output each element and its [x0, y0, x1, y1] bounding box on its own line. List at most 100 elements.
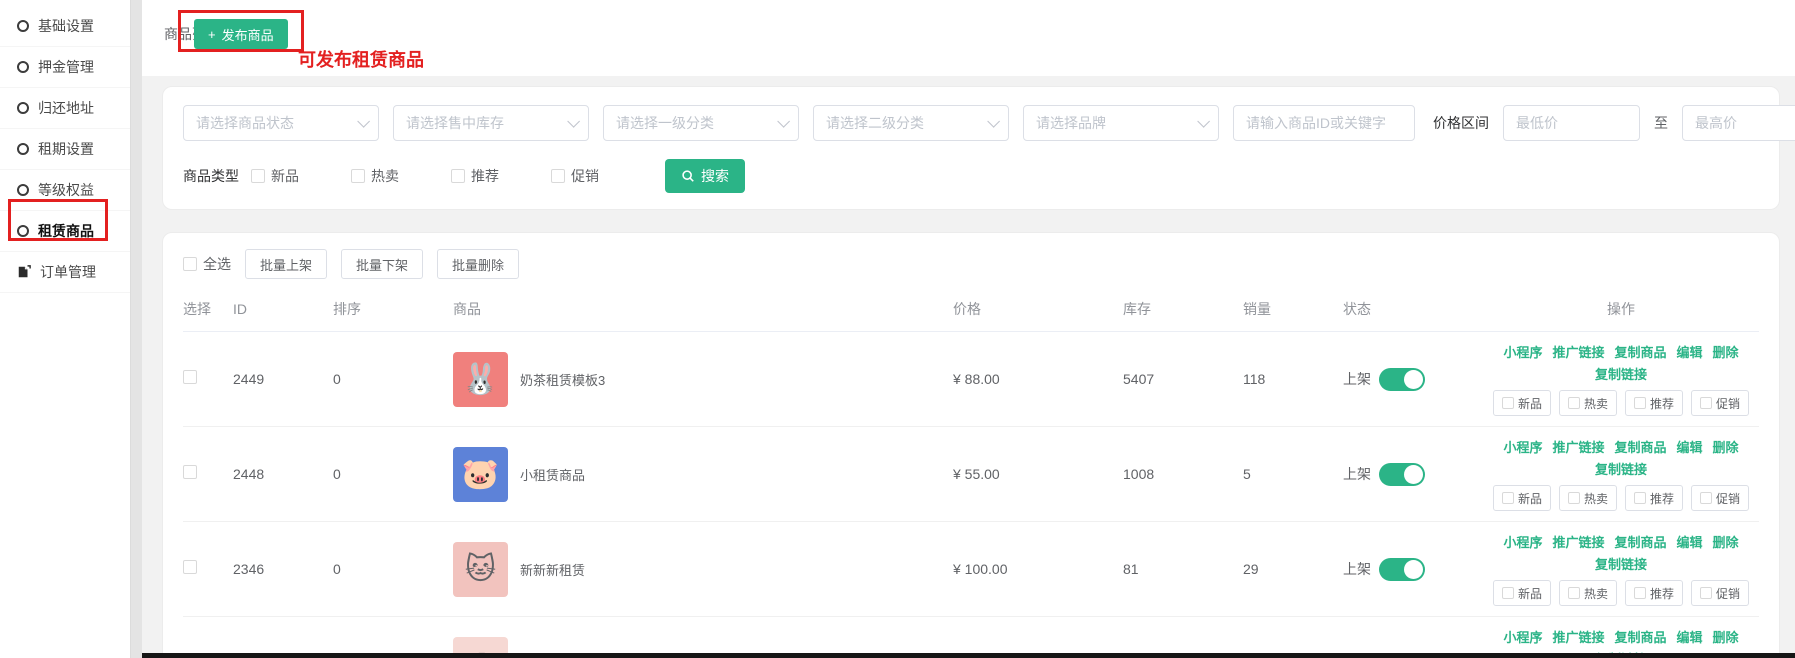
product-name: 小租赁商品	[520, 465, 585, 484]
select-placeholder: 请选择商品状态	[196, 113, 294, 133]
row-sort: 0	[333, 371, 453, 387]
tag-checkbox-3[interactable]: 促销	[1691, 390, 1749, 416]
tag-checkbox-2[interactable]: 推荐	[1625, 485, 1683, 511]
type-checkbox-3[interactable]: 促销	[551, 166, 599, 186]
tag-checkbox-1[interactable]: 热卖	[1559, 390, 1617, 416]
type-checkbox-2[interactable]: 推荐	[451, 166, 499, 186]
action-link-0[interactable]: 小程序	[1503, 437, 1542, 456]
type-checkbox-0[interactable]: 新品	[251, 166, 299, 186]
status-toggle[interactable]	[1379, 463, 1425, 486]
sidebar-item-3[interactable]: 租期设置	[0, 129, 130, 170]
checkbox-icon[interactable]	[1700, 587, 1712, 599]
product-name: 奶茶租赁模板3	[520, 370, 605, 389]
action-link-0[interactable]: 小程序	[1503, 342, 1542, 361]
select-all-checkbox[interactable]	[183, 257, 197, 271]
filter-select-3[interactable]: 请选择二级分类	[813, 105, 1009, 141]
action-link-1[interactable]: 推广链接	[1552, 627, 1604, 646]
action-link-2[interactable]: 复制商品	[1614, 437, 1666, 456]
action-link-1[interactable]: 推广链接	[1552, 532, 1604, 551]
tag-checkbox-2[interactable]: 推荐	[1625, 580, 1683, 606]
action-link-2[interactable]: 复制商品	[1614, 342, 1666, 361]
tag-checkbox-3[interactable]: 促销	[1691, 485, 1749, 511]
sidebar-item-0[interactable]: 基础设置	[0, 6, 130, 47]
checkbox-icon[interactable]	[1568, 587, 1580, 599]
select-all[interactable]: 全选	[183, 254, 231, 274]
filter-panel: 请选择商品状态请选择售中库存请选择一级分类请选择二级分类请选择品牌 价格区间 至…	[162, 86, 1780, 210]
action-link-4[interactable]: 删除	[1713, 627, 1739, 646]
action-link-0[interactable]: 小程序	[1503, 627, 1542, 646]
tag-boxes: 新品 热卖 推荐促销	[1493, 390, 1749, 416]
annotation-text: 可发布租赁商品	[298, 46, 424, 72]
search-button[interactable]: 搜索	[665, 159, 745, 193]
min-price-input[interactable]	[1503, 105, 1640, 141]
action-link-5[interactable]: 复制链接	[1595, 554, 1647, 573]
sidebar-scrollbar[interactable]	[130, 0, 142, 658]
action-link-4[interactable]: 删除	[1713, 532, 1739, 551]
row-stock: 81	[1123, 561, 1243, 577]
row-checkbox[interactable]	[183, 465, 197, 479]
sidebar-item-4[interactable]: 等级权益	[0, 170, 130, 211]
checkbox-icon[interactable]	[251, 169, 265, 183]
tag-checkbox-2[interactable]: 推荐	[1625, 390, 1683, 416]
action-link-1[interactable]: 推广链接	[1552, 342, 1604, 361]
action-link-1[interactable]: 推广链接	[1552, 437, 1604, 456]
checkbox-icon[interactable]	[1634, 492, 1646, 504]
tag-checkbox-1[interactable]: 热卖	[1559, 485, 1617, 511]
checkbox-icon[interactable]	[1700, 397, 1712, 409]
checkbox-icon[interactable]	[1634, 587, 1646, 599]
sidebar-item-6[interactable]: 订单管理	[0, 252, 130, 293]
tag-checkbox-3[interactable]: 促销	[1691, 580, 1749, 606]
checkbox-icon[interactable]	[351, 169, 365, 183]
tag-checkbox-1[interactable]: 热卖	[1559, 580, 1617, 606]
type-checkbox-1[interactable]: 热卖	[351, 166, 399, 186]
checkbox-icon[interactable]	[551, 169, 565, 183]
tag-label: 热卖	[1584, 395, 1608, 412]
chevron-down-icon	[1197, 115, 1210, 128]
price-range-label: 价格区间	[1433, 113, 1489, 133]
filter-select-1[interactable]: 请选择售中库存	[393, 105, 589, 141]
sidebar-item-label: 租赁商品	[38, 221, 94, 241]
tag-label: 推荐	[1650, 395, 1674, 412]
keyword-input[interactable]	[1233, 105, 1415, 141]
status-toggle[interactable]	[1379, 368, 1425, 391]
tag-checkbox-0[interactable]: 新品	[1493, 580, 1551, 606]
sidebar-item-1[interactable]: 押金管理	[0, 47, 130, 88]
action-link-3[interactable]: 编辑	[1677, 437, 1703, 456]
filter-select-4[interactable]: 请选择品牌	[1023, 105, 1219, 141]
max-price-input[interactable]	[1682, 105, 1795, 141]
action-link-4[interactable]: 删除	[1713, 342, 1739, 361]
action-link-2[interactable]: 复制商品	[1614, 627, 1666, 646]
checkbox-icon[interactable]	[1634, 397, 1646, 409]
status-label: 上架	[1343, 559, 1371, 579]
publish-product-button[interactable]: + 发布商品	[194, 19, 288, 49]
action-link-5[interactable]: 复制链接	[1595, 364, 1647, 383]
checkbox-icon[interactable]	[1502, 397, 1514, 409]
action-link-3[interactable]: 编辑	[1677, 532, 1703, 551]
search-icon	[681, 169, 695, 183]
filter-select-2[interactable]: 请选择一级分类	[603, 105, 799, 141]
action-link-0[interactable]: 小程序	[1503, 532, 1542, 551]
status-toggle[interactable]	[1379, 558, 1425, 581]
checkbox-icon[interactable]	[1502, 587, 1514, 599]
batch-button-1[interactable]: 批量下架	[341, 249, 423, 279]
checkbox-icon[interactable]	[1568, 492, 1580, 504]
sidebar-item-2[interactable]: 归还地址	[0, 88, 130, 129]
chevron-down-icon	[357, 115, 370, 128]
action-link-3[interactable]: 编辑	[1677, 627, 1703, 646]
row-checkbox[interactable]	[183, 370, 197, 384]
filter-select-0[interactable]: 请选择商品状态	[183, 105, 379, 141]
checkbox-icon[interactable]	[1568, 397, 1580, 409]
batch-button-2[interactable]: 批量删除	[437, 249, 519, 279]
checkbox-icon[interactable]	[1502, 492, 1514, 504]
sidebar-item-5[interactable]: 租赁商品	[0, 211, 130, 252]
checkbox-icon[interactable]	[451, 169, 465, 183]
tag-checkbox-0[interactable]: 新品	[1493, 485, 1551, 511]
checkbox-icon[interactable]	[1700, 492, 1712, 504]
action-link-5[interactable]: 复制链接	[1595, 459, 1647, 478]
action-link-3[interactable]: 编辑	[1677, 342, 1703, 361]
batch-button-0[interactable]: 批量上架	[245, 249, 327, 279]
action-link-4[interactable]: 删除	[1713, 437, 1739, 456]
row-checkbox[interactable]	[183, 560, 197, 574]
tag-checkbox-0[interactable]: 新品	[1493, 390, 1551, 416]
action-link-2[interactable]: 复制商品	[1614, 532, 1666, 551]
